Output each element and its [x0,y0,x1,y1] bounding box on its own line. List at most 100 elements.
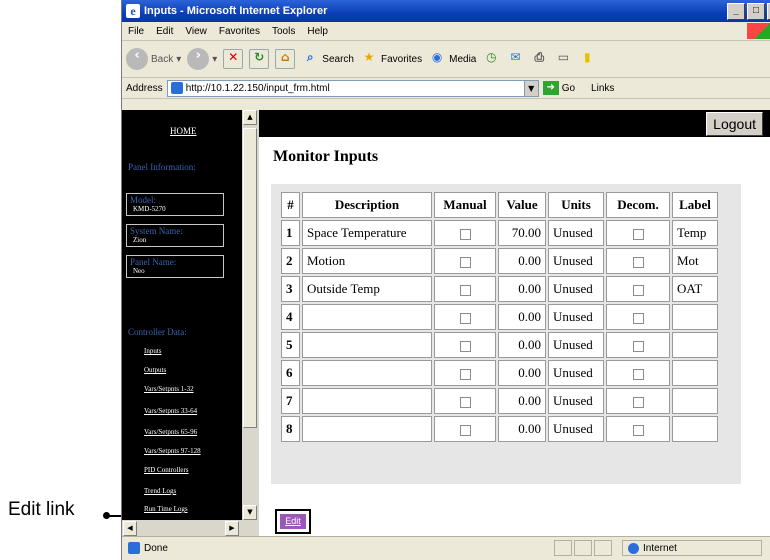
window-title: Inputs - Microsoft Internet Explorer [144,5,328,17]
row-description [302,304,432,330]
manual-checkbox[interactable] [459,368,471,380]
status-text: Done [144,542,168,554]
sidebar-link-vars-1-32[interactable]: Vars/Setpnts 1-32 [144,385,194,393]
scroll-up-icon[interactable]: ▲ [243,110,257,125]
security-zone-label: Internet [643,542,677,554]
sidebar-link-inputs[interactable]: Inputs [144,347,162,355]
decom-checkbox[interactable] [632,424,644,436]
row-description: Space Temperature [302,220,432,246]
history-icon[interactable]: ◷ [482,50,500,68]
stop-icon[interactable]: ✕ [223,49,244,69]
manual-checkbox[interactable] [459,284,471,296]
logout-button[interactable]: Logout [706,112,763,136]
row-label [672,304,718,330]
row-value: 0.00 [498,388,546,414]
row-label: Temp [672,220,718,246]
folder-icon[interactable]: ▮ [578,50,596,68]
manual-checkbox-cell [434,388,496,414]
home-icon[interactable]: ⌂ [275,49,296,69]
model-box: Model: KMD-5270 [126,193,224,216]
row-number: 1 [281,220,300,246]
inputs-table: # Description Manual Value Units Decom. … [279,190,720,444]
manual-checkbox[interactable] [459,228,471,240]
sidebar-link-trend-logs[interactable]: Trend Logs [144,487,176,495]
row-value: 0.00 [498,416,546,442]
mail-icon[interactable]: ✉ [506,50,524,68]
sidebar-link-vars-97-128[interactable]: Vars/Setpnts 97-128 [144,447,201,455]
column-header-label: Label [672,192,718,218]
forward-button[interactable]: › ▾ [187,48,217,70]
menu-favorites[interactable]: Favorites [213,26,266,37]
address-url: http://10.1.22.150/input_frm.html [185,82,330,94]
row-label [672,388,718,414]
decom-checkbox[interactable] [632,368,644,380]
favorites-label: Favorites [380,53,423,65]
menu-tools[interactable]: Tools [266,26,301,37]
address-input[interactable]: http://10.1.22.150/input_frm.html ▼ [166,79,539,97]
sidebar-link-run-time-logs[interactable]: Run Time Logs [144,505,188,513]
manual-checkbox[interactable] [459,312,471,324]
menu-edit[interactable]: Edit [150,26,179,37]
links-label[interactable]: Links [591,83,614,94]
row-label: Mot [672,248,718,274]
sidebar-link-outputs[interactable]: Outputs [144,366,166,374]
edit-link-highlight-box: Edit [275,509,311,534]
table-row: 2 Motion 0.00 Unused Mot [281,248,718,274]
scroll-right-icon[interactable]: ▶ [225,521,239,536]
search-icon: ⌕ [306,50,314,64]
column-header-units: Units [548,192,604,218]
sidebar-link-vars-33-64[interactable]: Vars/Setpnts 33-64 [144,407,197,415]
decom-checkbox[interactable] [632,284,644,296]
go-button[interactable]: ➜ Go [542,81,575,95]
decom-checkbox[interactable] [632,396,644,408]
refresh-icon[interactable]: ↻ [249,49,270,69]
row-label: OAT [672,276,718,302]
edit-link[interactable]: Edit [280,514,306,529]
decom-checkbox[interactable] [632,228,644,240]
back-button[interactable]: ‹ Back ▾ [126,48,181,70]
scroll-thumb[interactable] [243,128,257,428]
print-icon[interactable]: ⎙ [530,50,548,68]
menu-help[interactable]: Help [301,26,334,37]
decom-checkbox-cell [606,276,670,302]
search-button[interactable]: ⌕ Search [301,50,354,68]
decom-checkbox-cell [606,304,670,330]
table-header-row: # Description Manual Value Units Decom. … [281,192,718,218]
scroll-down-icon[interactable]: ▼ [243,505,257,520]
media-button[interactable]: ◉ Media [428,50,477,68]
minimize-button[interactable]: _ [727,3,745,20]
model-value: KMD-5270 [133,205,166,213]
panel-info-heading: Panel Information: [128,162,196,172]
panel-name-box: Panel Name: Neo [126,255,224,278]
favorites-button[interactable]: ★ Favorites [360,50,423,68]
sidebar-frame: HOME Panel Information: Model: KMD-5270 … [122,110,259,536]
table-row: 8 0.00 Unused [281,416,718,442]
menu-file[interactable]: File [122,26,150,37]
edit-link-callout-label: Edit link [8,499,75,520]
sidebar-horizontal-scrollbar[interactable]: ◀ ▶ [122,520,259,536]
main-frame: Logout Monitor Inputs # Description Manu… [259,110,770,536]
maximize-button[interactable]: □ [747,3,765,20]
security-zone: Internet [622,540,762,556]
manual-checkbox[interactable] [459,424,471,436]
decom-checkbox[interactable] [632,340,644,352]
row-description [302,360,432,386]
address-dropdown-icon[interactable]: ▼ [523,80,538,96]
decom-checkbox[interactable] [632,256,644,268]
manual-checkbox-cell [434,248,496,274]
page-status-icon [128,542,140,554]
edit-page-icon[interactable]: ▭ [554,50,572,68]
sidebar-link-pid-controllers[interactable]: PID Controllers [144,466,189,474]
sidebar-vertical-scrollbar[interactable]: ▲ ▼ [242,110,259,520]
sidebar-link-vars-65-96[interactable]: Vars/Setpnts 65-96 [144,428,197,436]
menu-view[interactable]: View [179,26,213,37]
decom-checkbox-cell [606,360,670,386]
scroll-left-icon[interactable]: ◀ [123,521,137,536]
decom-checkbox[interactable] [632,312,644,324]
manual-checkbox[interactable] [459,396,471,408]
home-link[interactable]: HOME [170,126,197,136]
address-label: Address [126,82,163,94]
manual-checkbox[interactable] [459,256,471,268]
table-row: 1 Space Temperature 70.00 Unused Temp [281,220,718,246]
manual-checkbox[interactable] [459,340,471,352]
